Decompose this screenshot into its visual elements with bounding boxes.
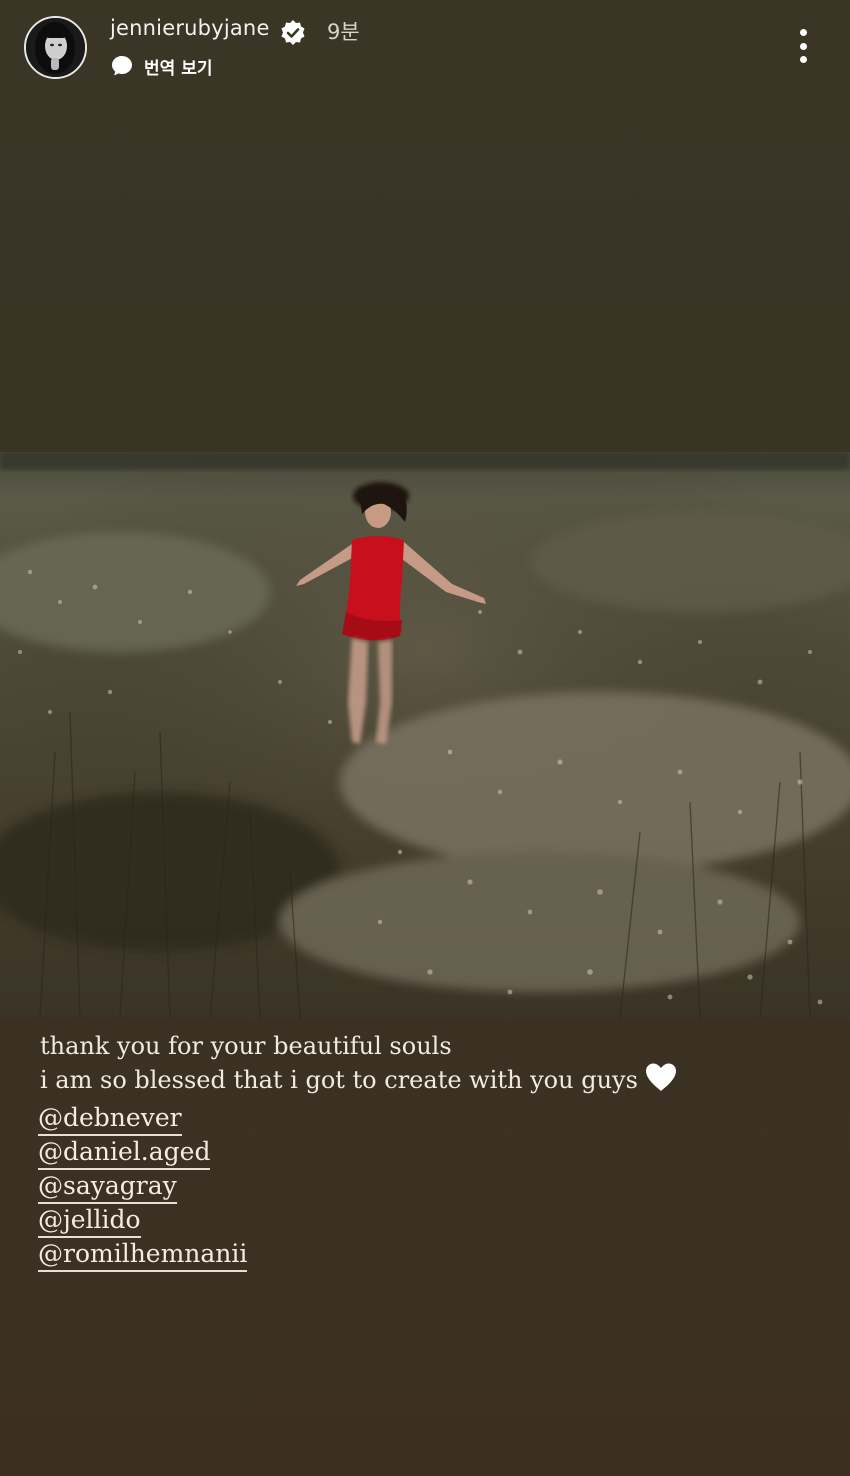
more-vertical-icon (799, 56, 807, 63)
translate-label: 번역 보기 (144, 58, 213, 79)
mention-link[interactable]: @romilhemnanii (38, 1238, 248, 1272)
avatar-portrait-icon (26, 18, 85, 77)
caption-line-2-text: i am so blessed that i got to create wit… (40, 1066, 638, 1094)
more-vertical-icon (799, 29, 807, 36)
verified-badge-icon (281, 20, 305, 45)
caption-line-1: thank you for your beautiful souls (40, 1032, 452, 1060)
field-photo (0, 452, 850, 1018)
mention-link[interactable]: @jellido (38, 1204, 141, 1238)
story-photo (0, 452, 850, 1018)
story-header: jennierubyjane 9분 번역 보기 (0, 0, 850, 100)
more-vertical-icon (799, 42, 807, 50)
mention-link[interactable]: @debnever (38, 1102, 182, 1136)
white-heart-icon (645, 1063, 676, 1091)
post-time: 9분 (327, 20, 360, 44)
story-caption: thank you for your beautiful souls i am … (38, 1030, 800, 1272)
more-options-button[interactable] (790, 26, 816, 66)
translate-button[interactable]: 번역 보기 (110, 52, 212, 80)
caption-line-2: i am so blessed that i got to create wit… (40, 1062, 800, 1096)
profile-avatar[interactable] (24, 16, 87, 79)
mention-link[interactable]: @daniel.aged (38, 1136, 211, 1170)
mentions-list: @debnever @daniel.aged @sayagray @jellid… (38, 1102, 800, 1272)
mention-link[interactable]: @sayagray (38, 1170, 177, 1204)
speech-bubble-icon (112, 56, 132, 76)
username[interactable]: jennierubyjane (110, 16, 270, 40)
